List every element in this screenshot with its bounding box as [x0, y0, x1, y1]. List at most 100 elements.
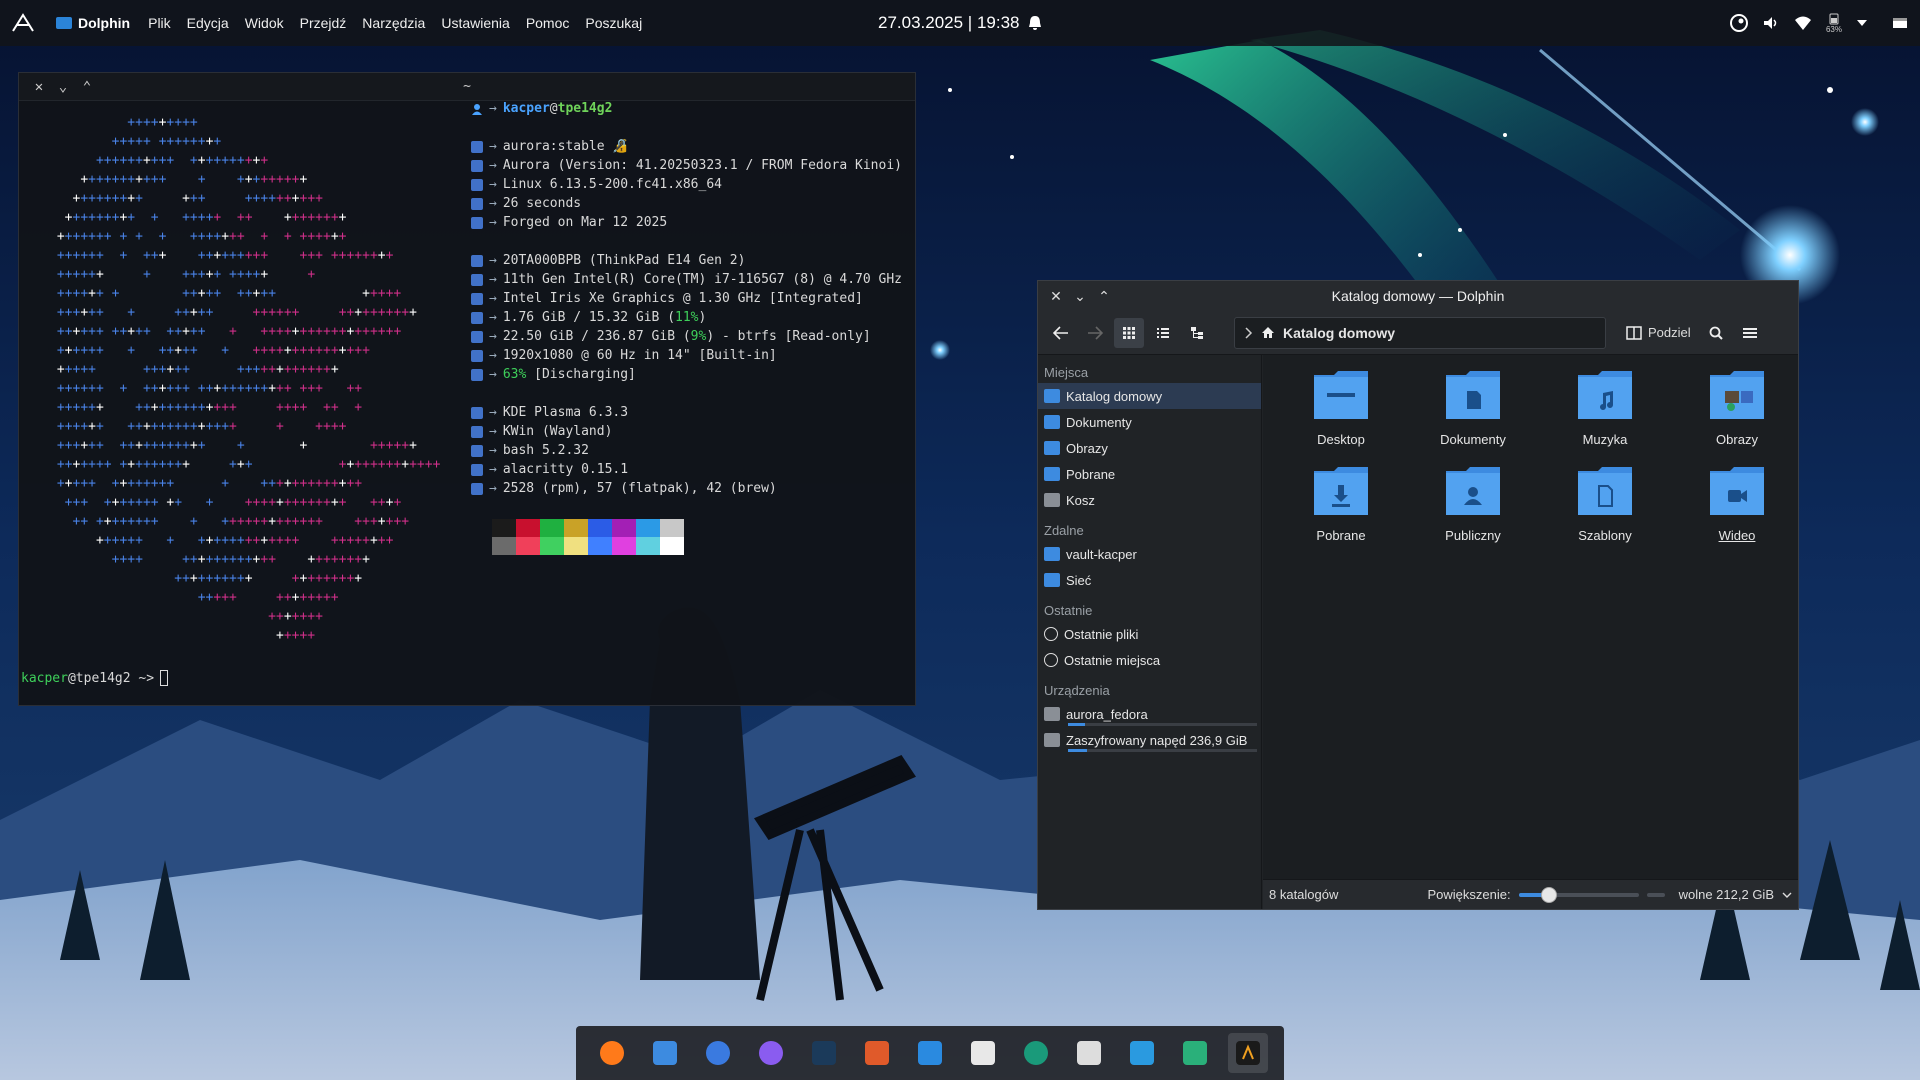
- sidebar-item[interactable]: Dokumenty: [1038, 409, 1261, 435]
- terminal-window[interactable]: ✕ ⌄ ⌃ ~ +++++++++ +++++ ++++++++ +++++++…: [18, 72, 916, 706]
- info-arrow: →: [489, 367, 497, 382]
- search-button[interactable]: [1701, 318, 1731, 348]
- info-text-percent: 9%: [690, 329, 707, 344]
- sidebar-item[interactable]: Kosz: [1038, 487, 1261, 513]
- free-space: wolne 212,2 GiB: [1678, 887, 1774, 902]
- steam-icon[interactable]: [804, 1033, 844, 1073]
- info-text-post: [Discharging]: [526, 367, 636, 382]
- ascii-logo-row: +++++++ + + + +++++++ + + ++++++: [56, 229, 347, 244]
- chevron-down-icon[interactable]: [1782, 892, 1792, 898]
- show-desktop-icon[interactable]: [1892, 17, 1908, 29]
- file-view[interactable]: Desktop Dokumenty Muzyka Obrazy Pobrane Publi…: [1263, 355, 1798, 879]
- cpu-icon: [471, 273, 483, 286]
- maximize-button[interactable]: ⌃: [75, 75, 99, 99]
- split-view-button[interactable]: Podziel: [1620, 318, 1697, 348]
- tray-expand-icon[interactable]: [1856, 19, 1868, 27]
- sidebar-item[interactable]: Sieć: [1038, 567, 1261, 593]
- aurora-logo-icon: [12, 13, 34, 32]
- clock[interactable]: 27.03.2025 | 19:38: [878, 0, 1042, 46]
- ascii-logo-row: +++++ ++++++++: [197, 590, 339, 605]
- battery-indicator[interactable]: 63%: [1826, 13, 1842, 34]
- sidebar-item-label: Sieć: [1066, 572, 1092, 588]
- menu-edit[interactable]: Edycja: [179, 15, 237, 31]
- package-installer-icon[interactable]: [1122, 1033, 1162, 1073]
- firefox-icon[interactable]: [592, 1033, 632, 1073]
- sidebar-item[interactable]: Zaszyfrowany napęd 236,9 GiB: [1038, 727, 1261, 753]
- ascii-logo-row: ++++++ +++++++++++++ ++++ ++ +: [56, 400, 363, 415]
- dolphin-window[interactable]: ✕ ⌄ ⌃ Katalog domowy — Dolphin Katalog d…: [1037, 280, 1799, 910]
- minimize-button[interactable]: ⌄: [51, 75, 75, 99]
- sidebar-item[interactable]: Pobrane: [1038, 461, 1261, 487]
- bell-icon[interactable]: [1028, 15, 1042, 31]
- back-button[interactable]: [1046, 318, 1076, 348]
- folder-item[interactable]: Publiczny: [1407, 463, 1539, 559]
- icons-view-button[interactable]: [1114, 317, 1144, 348]
- menu-go[interactable]: Przejdź: [292, 15, 355, 31]
- terminal-titlebar[interactable]: ✕ ⌄ ⌃ ~: [19, 73, 915, 101]
- menu-search[interactable]: Poszukaj: [577, 15, 650, 31]
- battery-percent: 63%: [1825, 24, 1842, 34]
- sidebar-item[interactable]: Obrazy: [1038, 435, 1261, 461]
- dolphin-titlebar[interactable]: ✕ ⌄ ⌃ Katalog domowy — Dolphin: [1038, 281, 1798, 311]
- shell-prompt[interactable]: kacper @tpe14g2 ~>: [21, 670, 169, 686]
- app-launcher-button[interactable]: [0, 0, 46, 46]
- menu-help[interactable]: Pomoc: [518, 15, 578, 31]
- close-button[interactable]: ✕: [27, 75, 51, 99]
- folder-item[interactable]: Desktop: [1275, 367, 1407, 463]
- folder-item[interactable]: Obrazy: [1671, 367, 1803, 463]
- maximize-button[interactable]: ⌃: [1092, 284, 1116, 308]
- tree-view-button[interactable]: [1182, 318, 1212, 348]
- sidebar-item[interactable]: Ostatnie miejsca: [1038, 647, 1261, 673]
- app-store-icon[interactable]: [857, 1033, 897, 1073]
- details-view-button[interactable]: [1148, 318, 1178, 348]
- ascii-logo-row: +++++: [275, 628, 316, 643]
- tweaks-icon[interactable]: [1175, 1033, 1215, 1073]
- minimize-button[interactable]: ⌄: [1068, 284, 1092, 308]
- ascii-logo-row: ++++++ + +++++ +++++ +++++: [56, 286, 402, 301]
- kde-connect-icon[interactable]: [1069, 1033, 1109, 1073]
- info-text: KDE Plasma 6.3.3: [502, 405, 629, 420]
- info-text: bash 5.2.32: [502, 443, 589, 458]
- info-line: → Intel Iris Xe Graphics @ 1.30 GHz [Inte…: [471, 289, 915, 308]
- info-arrow: →: [489, 329, 497, 344]
- sidebar-item[interactable]: Ostatnie pliki: [1038, 621, 1261, 647]
- sidebar-item[interactable]: vault-kacper: [1038, 541, 1261, 567]
- thunderbird-icon[interactable]: [698, 1033, 738, 1073]
- grid-icon: [1123, 326, 1135, 339]
- location-bar[interactable]: Katalog domowy: [1234, 316, 1606, 349]
- info-text: Aurora (Version: 41.20250323.1 / FROM Fe…: [502, 158, 902, 173]
- window-title: Katalog domowy — Dolphin: [1331, 288, 1505, 304]
- active-app-title[interactable]: Dolphin: [46, 15, 140, 31]
- ascii-logo-row: +++ +++++++ ++ + +++++++++++++ ++++: [64, 495, 402, 510]
- public-folder-icon: [1444, 463, 1502, 522]
- text-editor-icon[interactable]: [963, 1033, 1003, 1073]
- dolphin-icon[interactable]: [645, 1033, 685, 1073]
- volume-icon[interactable]: [1762, 14, 1780, 32]
- info-text: 22.50 GiB / 236.87 GiB (9%) - btrfs [Rea…: [503, 327, 871, 346]
- folder-item[interactable]: Muzyka: [1539, 367, 1671, 463]
- folder-item[interactable]: Dokumenty: [1407, 367, 1539, 463]
- sidebar-item[interactable]: Katalog domowy: [1038, 383, 1261, 409]
- folder-item[interactable]: Szablony: [1539, 463, 1671, 559]
- wifi-icon[interactable]: [1794, 15, 1812, 31]
- zoom-slider[interactable]: [1518, 886, 1639, 903]
- steam-tray-icon[interactable]: [1729, 14, 1748, 32]
- settings-circle-icon[interactable]: [1016, 1033, 1056, 1073]
- hamburger-menu-button[interactable]: [1735, 318, 1765, 348]
- folder-label: Wideo: [1718, 528, 1756, 543]
- forward-button[interactable]: [1080, 318, 1110, 348]
- sidebar-item[interactable]: aurora_fedora: [1038, 701, 1261, 727]
- menu-file[interactable]: Plik: [140, 15, 179, 31]
- downloads-folder-icon: [1044, 467, 1060, 481]
- close-button[interactable]: ✕: [1044, 284, 1068, 308]
- folder-item[interactable]: Wideo: [1671, 463, 1803, 559]
- zoom-slider-handle[interactable]: [1540, 886, 1557, 903]
- messenger-icon[interactable]: [751, 1033, 791, 1073]
- menu-view[interactable]: Widok: [237, 15, 292, 31]
- drive-icon: [1044, 707, 1060, 721]
- menu-settings[interactable]: Ustawienia: [433, 15, 517, 31]
- vscode-icon[interactable]: [910, 1033, 950, 1073]
- terminal-icon[interactable]: [1227, 1033, 1268, 1073]
- menu-tools[interactable]: Narzędzia: [354, 15, 433, 31]
- folder-item[interactable]: Pobrane: [1275, 463, 1407, 559]
